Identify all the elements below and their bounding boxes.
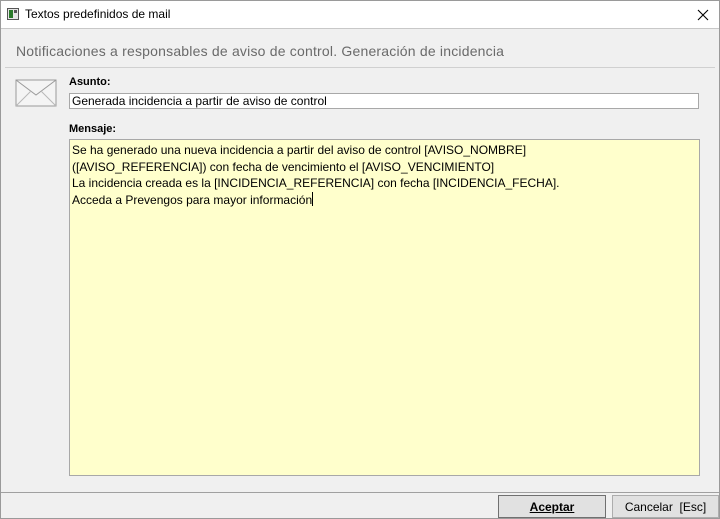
accept-button-label: Aceptar	[529, 499, 575, 514]
message-line: La incidencia creada es la [INCIDENCIA_R…	[72, 176, 560, 190]
accept-button[interactable]: Aceptar	[498, 495, 606, 518]
close-icon	[697, 9, 709, 20]
message-line: ([AVISO_REFERENCIA]) con fecha de vencim…	[72, 159, 495, 174]
footer-divider	[1, 492, 719, 493]
cancel-button-label: Cancelar [Esc]	[624, 499, 707, 514]
app-icon	[7, 8, 19, 20]
title-divider	[1, 28, 719, 29]
message-label: Mensaje:	[69, 123, 117, 135]
window-title: Textos predefinidos de mail	[25, 7, 171, 21]
title-bar[interactable]: Textos predefinidos de mail	[1, 1, 719, 28]
subject-input[interactable]	[69, 93, 699, 109]
subject-label: Asunto:	[69, 76, 111, 88]
message-line: Acceda a Prevengos para mayor informació…	[72, 192, 313, 207]
cancel-button[interactable]: Cancelar [Esc]	[612, 495, 719, 518]
message-textarea[interactable]: Se ha generado una nueva incidencia a pa…	[69, 139, 700, 476]
heading-divider	[5, 67, 715, 68]
message-line: Se ha generado una nueva incidencia a pa…	[72, 143, 527, 157]
page-title: Notificaciones a responsables de aviso d…	[16, 43, 505, 59]
close-button[interactable]	[687, 1, 719, 28]
mail-icon	[15, 79, 57, 107]
dialog-window: Textos predefinidos de mail Notificacion…	[0, 0, 720, 519]
text-caret	[312, 191, 314, 206]
